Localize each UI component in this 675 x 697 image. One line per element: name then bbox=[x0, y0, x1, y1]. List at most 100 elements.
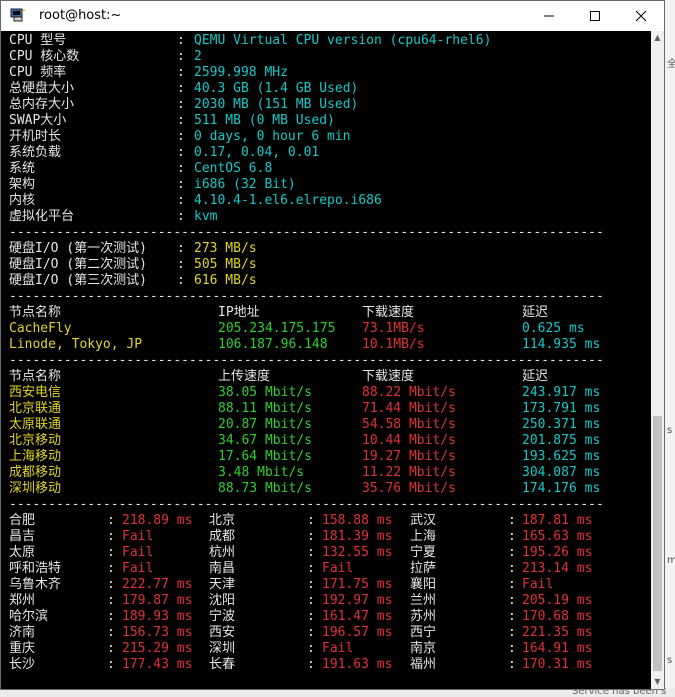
speedtest-row: 北京移动 34.67 Mbit/s 10.44 Mbit/s 201.875 ms bbox=[1, 433, 651, 449]
ping-value: 161.47 ms bbox=[322, 609, 393, 624]
sysinfo-label: 总内存大小 bbox=[9, 97, 75, 112]
sysinfo-row: 系统: CentOS 6.8 bbox=[1, 161, 651, 177]
sysinfo-row: 总硬盘大小:40.3 GB (1.4 GB Used) bbox=[1, 81, 651, 97]
colon: : bbox=[177, 209, 185, 224]
ping-city: 福州 bbox=[410, 657, 437, 672]
ping-value: 192.97 ms bbox=[322, 593, 393, 608]
maximize-button[interactable] bbox=[572, 1, 618, 31]
ping-city: 西宁 bbox=[410, 625, 437, 640]
sysinfo-row: 架构: i686 (32 Bit) bbox=[1, 177, 651, 193]
latency: 173.791 ms bbox=[522, 401, 601, 416]
colon: : bbox=[107, 641, 115, 656]
column-header: 节点名称 bbox=[9, 305, 62, 320]
colon: : bbox=[307, 641, 315, 656]
sysinfo-value: kvm bbox=[194, 209, 218, 224]
speedtest-row: 太原联通 20.87 Mbit/s 54.58 Mbit/s 250.371 ms bbox=[1, 417, 651, 433]
colon: : bbox=[107, 609, 115, 624]
colon: : bbox=[177, 241, 185, 256]
download-speed: 71.44 Mbit/s bbox=[362, 401, 456, 416]
ping-row: 乌鲁木齐:222.77 ms 天津:171.75 ms 襄阳: Fail bbox=[1, 577, 651, 593]
sysinfo-row: 内核:4.10.4-1.el6.elrepo.i686 bbox=[1, 193, 651, 209]
colon: : bbox=[508, 625, 516, 640]
upload-speed: 17.64 Mbit/s bbox=[218, 449, 312, 464]
colon: : bbox=[107, 529, 115, 544]
sysinfo-label: 系统负载 bbox=[9, 145, 62, 160]
ping-city: 杭州 bbox=[209, 545, 236, 560]
sysinfo-value: 0 days, 0 hour 6 min bbox=[194, 129, 351, 144]
node-name: CacheFly bbox=[9, 321, 72, 336]
colon: : bbox=[177, 81, 185, 96]
colon: : bbox=[107, 625, 115, 640]
ping-value: 171.75 ms bbox=[322, 577, 393, 592]
sysinfo-value: 40.3 GB (1.4 GB Used) bbox=[194, 81, 359, 96]
scroll-up-icon[interactable]: ▲ bbox=[651, 31, 664, 45]
scrollbar-thumb[interactable] bbox=[653, 416, 662, 671]
scroll-down-icon[interactable]: ▼ bbox=[651, 675, 664, 689]
colon: : bbox=[307, 545, 315, 560]
title-bar[interactable]: root@host:~ bbox=[1, 1, 664, 31]
sysinfo-row: 开机时长:0 days, 0 hour 6 min bbox=[1, 129, 651, 145]
download-header-row: 节点名称 IP地址 下载速度 延迟 bbox=[1, 305, 651, 321]
ping-city: 武汉 bbox=[410, 513, 437, 528]
ping-value: 156.73 ms bbox=[122, 625, 193, 640]
colon: : bbox=[177, 273, 185, 288]
terminal-window[interactable]: root@host:~ CPU 型号: QEMU Virtual CPU vers… bbox=[0, 0, 665, 690]
ping-row: 济南:156.73 ms 西安:196.57 ms 西宁:221.35 ms bbox=[1, 625, 651, 641]
ping-value: Fail bbox=[322, 641, 354, 656]
disk-io-label: 硬盘I/O (第一次测试) bbox=[9, 241, 147, 256]
sysinfo-value: 0.17, 0.04, 0.01 bbox=[194, 145, 320, 160]
download-speed: 88.22 Mbit/s bbox=[362, 385, 456, 400]
sysinfo-value: CentOS 6.8 bbox=[194, 161, 273, 176]
latency: 0.625 ms bbox=[522, 321, 585, 336]
minimize-button[interactable] bbox=[526, 1, 572, 31]
sysinfo-label: CPU 核心数 bbox=[9, 49, 80, 64]
terminal-output[interactable]: CPU 型号: QEMU Virtual CPU version (cpu64-r… bbox=[1, 31, 651, 689]
download-row: Linode, Tokyo, JP 106.187.96.148 10.1MB/s 1… bbox=[1, 337, 651, 353]
ping-city: 长沙 bbox=[9, 657, 36, 672]
colon: : bbox=[508, 561, 516, 576]
close-button[interactable] bbox=[618, 1, 664, 31]
background-fragment: 全 bbox=[667, 59, 675, 70]
colon: : bbox=[508, 513, 516, 528]
colon: : bbox=[177, 33, 185, 48]
latency: 174.176 ms bbox=[522, 481, 601, 496]
ping-city: 襄阳 bbox=[410, 577, 437, 592]
ping-row: 呼和浩特: Fail 南昌: Fail 拉萨:213.14 ms bbox=[1, 561, 651, 577]
node-name: 北京联通 bbox=[9, 401, 62, 416]
speedtest-row: 成都移动 3.48 Mbit/s 11.22 Mbit/s 304.087 ms bbox=[1, 465, 651, 481]
sysinfo-row: CPU 频率:2599.998 MHz bbox=[1, 65, 651, 81]
colon: : bbox=[307, 577, 315, 592]
vertical-scrollbar[interactable]: ▲ ▼ bbox=[651, 31, 664, 689]
colon: : bbox=[508, 641, 516, 656]
ping-value: 215.29 ms bbox=[122, 641, 193, 656]
sysinfo-row: 虚拟化平台: kvm bbox=[1, 209, 651, 225]
disk-io-value: 273 MB/s bbox=[194, 241, 257, 256]
window-title: root@host:~ bbox=[39, 8, 122, 23]
colon: : bbox=[107, 545, 115, 560]
ping-row: 重庆:215.29 ms 深圳: Fail 南京:164.91 ms bbox=[1, 641, 651, 657]
colon: : bbox=[508, 545, 516, 560]
disk-io-value: 505 MB/s bbox=[194, 257, 257, 272]
sysinfo-label: 架构 bbox=[9, 177, 36, 192]
download-speed: 10.44 Mbit/s bbox=[362, 433, 456, 448]
ping-value: 189.93 ms bbox=[122, 609, 193, 624]
ping-city: 重庆 bbox=[9, 641, 36, 656]
ping-row: 郑州:179.87 ms 沈阳:192.97 ms 兰州:205.19 ms bbox=[1, 593, 651, 609]
download-speed: 73.1MB/s bbox=[362, 321, 425, 336]
ping-city: 乌鲁木齐 bbox=[9, 577, 62, 592]
sysinfo-value: 2 bbox=[194, 49, 202, 64]
colon: : bbox=[107, 593, 115, 608]
colon: : bbox=[508, 529, 516, 544]
sysinfo-row: 总内存大小:2030 MB (151 MB Used) bbox=[1, 97, 651, 113]
colon: : bbox=[177, 113, 185, 128]
download-speed: 11.22 Mbit/s bbox=[362, 465, 456, 480]
column-header: 节点名称 bbox=[9, 369, 62, 384]
ping-value: 170.31 ms bbox=[522, 657, 593, 672]
latency: 201.875 ms bbox=[522, 433, 601, 448]
ping-city: 济南 bbox=[9, 625, 36, 640]
colon: : bbox=[508, 657, 516, 672]
ping-city: 北京 bbox=[209, 513, 236, 528]
ping-row: 长沙:177.43 ms 长春:191.63 ms 福州:170.31 ms bbox=[1, 657, 651, 673]
ping-city: 上海 bbox=[410, 529, 437, 544]
ping-value: 187.81 ms bbox=[522, 513, 593, 528]
